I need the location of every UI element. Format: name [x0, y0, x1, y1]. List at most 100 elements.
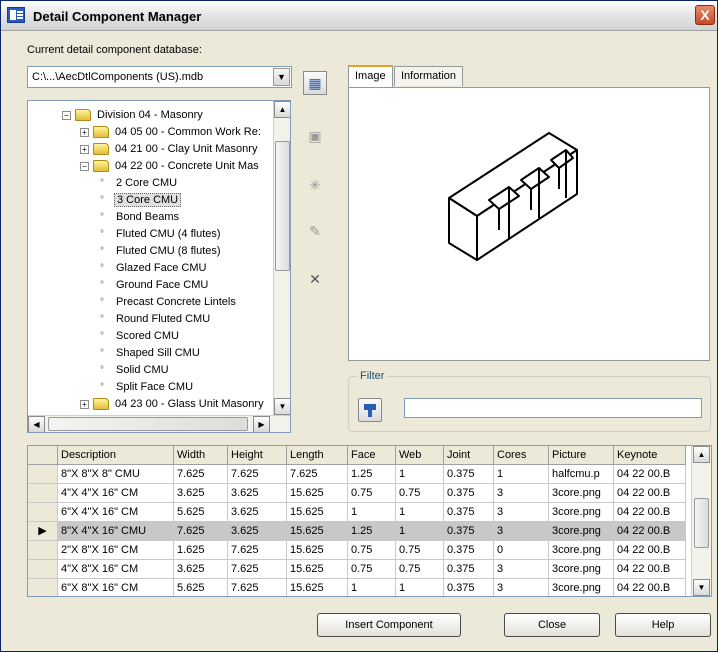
- column-header[interactable]: Height: [228, 446, 287, 465]
- add-component-icon[interactable]: ✳: [303, 173, 327, 197]
- table-cell[interactable]: 3core.png: [549, 522, 614, 541]
- row-selector[interactable]: [28, 579, 58, 596]
- table-cell[interactable]: 5.625: [174, 503, 228, 522]
- table-cell[interactable]: 0.75: [396, 484, 444, 503]
- table-cell[interactable]: 1.625: [174, 541, 228, 560]
- tree-item[interactable]: ° 3 Core CMU: [100, 192, 182, 209]
- tab-information[interactable]: Information: [394, 66, 464, 86]
- scroll-up-icon[interactable]: ▲: [693, 446, 710, 463]
- table-row[interactable]: ▶ 8"X 4"X 16" CMU 7.625 3.625 15.625 1.25 1 0.3…: [28, 522, 686, 541]
- table-row[interactable]: 8"X 8"X 8" CMU 7.625 7.625 7.625 1.25 1 0.375 1…: [28, 465, 686, 484]
- insert-component-button[interactable]: Insert Component: [317, 613, 461, 637]
- table-cell[interactable]: 3.625: [228, 503, 287, 522]
- scroll-thumb-horizontal[interactable]: [48, 417, 248, 431]
- expand-icon[interactable]: +: [80, 144, 89, 154]
- edit-component-icon[interactable]: ✎: [303, 219, 327, 243]
- delete-icon[interactable]: ✕: [303, 267, 327, 291]
- table-cell[interactable]: 04 22 00.B: [614, 465, 686, 484]
- edit-database-icon[interactable]: ▦: [303, 71, 327, 95]
- table-row[interactable]: 6"X 4"X 16" CM 5.625 3.625 15.625 1 1 0.375 3 3c…: [28, 503, 686, 522]
- table-cell[interactable]: 7.625: [228, 465, 287, 484]
- table-cell[interactable]: 5.625: [174, 579, 228, 596]
- column-header[interactable]: Web: [396, 446, 444, 465]
- table-cell[interactable]: 7.625: [228, 560, 287, 579]
- table-cell[interactable]: 1.25: [348, 465, 396, 484]
- table-cell[interactable]: 1: [348, 579, 396, 596]
- table-cell[interactable]: 0.375: [444, 560, 494, 579]
- table-cell[interactable]: 3: [494, 560, 549, 579]
- collapse-icon[interactable]: −: [80, 161, 89, 171]
- table-cell[interactable]: 3core.png: [549, 579, 614, 596]
- table-cell[interactable]: 04 22 00.B: [614, 579, 686, 596]
- add-group-icon[interactable]: ▣: [303, 124, 327, 148]
- table-cell[interactable]: 7.625: [228, 579, 287, 596]
- tree-item[interactable]: ° Bond Beams: [100, 209, 181, 226]
- table-cell[interactable]: 3core.png: [549, 560, 614, 579]
- chevron-down-icon[interactable]: ▼: [273, 68, 290, 86]
- component-table[interactable]: ▲ ▼ Description Width Height Length Face Web J…: [27, 445, 712, 597]
- row-selector[interactable]: [28, 465, 58, 484]
- table-cell[interactable]: 0.375: [444, 503, 494, 522]
- table-cell[interactable]: 3.625: [228, 484, 287, 503]
- table-cell[interactable]: 0.75: [396, 541, 444, 560]
- column-header[interactable]: Length: [287, 446, 348, 465]
- expand-icon[interactable]: +: [80, 127, 89, 137]
- table-cell[interactable]: 0.375: [444, 465, 494, 484]
- table-cell[interactable]: 0.375: [444, 579, 494, 596]
- table-cell[interactable]: 1: [396, 522, 444, 541]
- table-row[interactable]: 4"X 8"X 16" CM 3.625 7.625 15.625 0.75 0.75 0.…: [28, 560, 686, 579]
- tree-item[interactable]: − Division 04 - Masonry: [62, 107, 205, 124]
- table-cell[interactable]: 0.75: [348, 541, 396, 560]
- column-header[interactable]: Joint: [444, 446, 494, 465]
- tree-item[interactable]: ° Fluted CMU (8 flutes): [100, 243, 223, 260]
- tree-item[interactable]: ° Round Fluted CMU: [100, 311, 212, 328]
- table-row[interactable]: 6"X 8"X 16" CM 5.625 7.625 15.625 1 1 0.375 3 3c…: [28, 579, 686, 596]
- table-cell[interactable]: 04 22 00.B: [614, 541, 686, 560]
- component-tree[interactable]: ▲ ▼ ◀ ▶ − Division 04 - Masonry +04 05 00 …: [27, 100, 291, 433]
- column-header[interactable]: Width: [174, 446, 228, 465]
- scroll-right-icon[interactable]: ▶: [253, 416, 270, 432]
- table-cell[interactable]: 04 22 00.B: [614, 484, 686, 503]
- table-cell[interactable]: 15.625: [287, 484, 348, 503]
- table-cell[interactable]: 3.625: [174, 560, 228, 579]
- table-cell[interactable]: halfcmu.p: [549, 465, 614, 484]
- tree-item[interactable]: ° Glazed Face CMU: [100, 260, 208, 277]
- table-cell[interactable]: 8"X 8"X 8" CMU: [58, 465, 174, 484]
- table-cell[interactable]: 3: [494, 503, 549, 522]
- table-cell[interactable]: 7.625: [287, 465, 348, 484]
- table-cell[interactable]: 7.625: [174, 465, 228, 484]
- row-selector[interactable]: [28, 503, 58, 522]
- table-cell[interactable]: 3core.png: [549, 503, 614, 522]
- column-header[interactable]: Face: [348, 446, 396, 465]
- tree-item[interactable]: ° 2 Core CMU: [100, 175, 179, 192]
- table-cell[interactable]: 0.375: [444, 484, 494, 503]
- table-cell[interactable]: 1: [494, 465, 549, 484]
- table-cell[interactable]: 1: [396, 465, 444, 484]
- tree-item[interactable]: ° Solid CMU: [100, 362, 171, 379]
- scroll-up-icon[interactable]: ▲: [274, 101, 290, 118]
- table-cell[interactable]: 1.25: [348, 522, 396, 541]
- tree-vertical-scrollbar[interactable]: ▲ ▼: [273, 101, 290, 415]
- tree-item[interactable]: − 04 22 00 - Concrete Unit Mas: [80, 158, 261, 175]
- table-cell[interactable]: 15.625: [287, 541, 348, 560]
- database-select[interactable]: C:\...\AecDtlComponents (US).mdb ▼: [27, 66, 292, 88]
- table-cell[interactable]: 3.625: [174, 484, 228, 503]
- table-cell[interactable]: 4"X 4"X 16" CM: [58, 484, 174, 503]
- tree-item[interactable]: ° Scored CMU: [100, 328, 181, 345]
- table-cell[interactable]: 3core.png: [549, 484, 614, 503]
- table-cell[interactable]: 1: [396, 503, 444, 522]
- table-cell[interactable]: 3core.png: [549, 541, 614, 560]
- tree-item[interactable]: ° Split Face CMU: [100, 379, 195, 396]
- scroll-thumb[interactable]: [694, 498, 709, 548]
- scroll-left-icon[interactable]: ◀: [28, 416, 45, 432]
- table-cell[interactable]: 4"X 8"X 16" CM: [58, 560, 174, 579]
- scroll-down-icon[interactable]: ▼: [693, 579, 710, 596]
- table-cell[interactable]: 15.625: [287, 503, 348, 522]
- table-cell[interactable]: 15.625: [287, 579, 348, 596]
- column-header[interactable]: Picture: [549, 446, 614, 465]
- table-cell[interactable]: 1: [348, 503, 396, 522]
- table-cell[interactable]: 04 22 00.B: [614, 560, 686, 579]
- column-header[interactable]: Cores: [494, 446, 549, 465]
- table-cell[interactable]: 0.75: [348, 484, 396, 503]
- close-window-button[interactable]: X: [695, 5, 715, 25]
